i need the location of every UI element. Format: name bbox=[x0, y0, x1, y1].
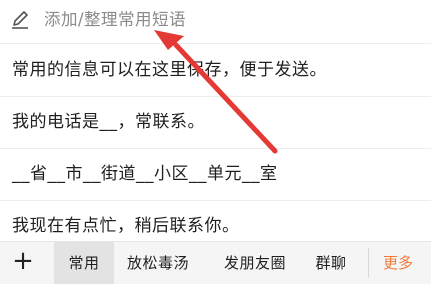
phrase-item[interactable]: 我现在有点忙，稍后联系你。 bbox=[0, 201, 431, 241]
plus-icon[interactable]: + bbox=[10, 248, 36, 274]
tab-divider bbox=[368, 248, 369, 278]
tab-common[interactable]: 常用 bbox=[54, 242, 114, 284]
edit-pencil-icon bbox=[9, 9, 31, 31]
phrase-text: 我的电话是__，常联系。 bbox=[12, 112, 205, 132]
phrase-text: 我现在有点忙，稍后联系你。 bbox=[12, 216, 240, 236]
tab-moments[interactable]: 发朋友圈 bbox=[212, 242, 298, 284]
phrase-item[interactable]: 我的电话是__，常联系。 bbox=[0, 97, 431, 149]
phrase-text: __省__市__街道__小区__单元__室 bbox=[12, 164, 278, 184]
add-phrase-header[interactable]: 添加/整理常用短语 bbox=[0, 0, 431, 44]
phrase-item[interactable]: __省__市__街道__小区__单元__室 bbox=[0, 149, 431, 201]
phrase-text: 常用的信息可以在这里保存，便于发送。 bbox=[12, 60, 327, 80]
add-phrase-placeholder: 添加/整理常用短语 bbox=[44, 10, 187, 29]
more-button[interactable]: 更多 bbox=[383, 242, 413, 284]
tab-group-chat[interactable]: 群聊 bbox=[306, 242, 356, 284]
tab-relax[interactable]: 放松毒汤 bbox=[122, 242, 194, 284]
category-tab-bar: + 常用 放松毒汤 发朋友圈 群聊 更多 bbox=[0, 241, 431, 284]
phrase-item[interactable]: 常用的信息可以在这里保存，便于发送。 bbox=[0, 45, 431, 97]
